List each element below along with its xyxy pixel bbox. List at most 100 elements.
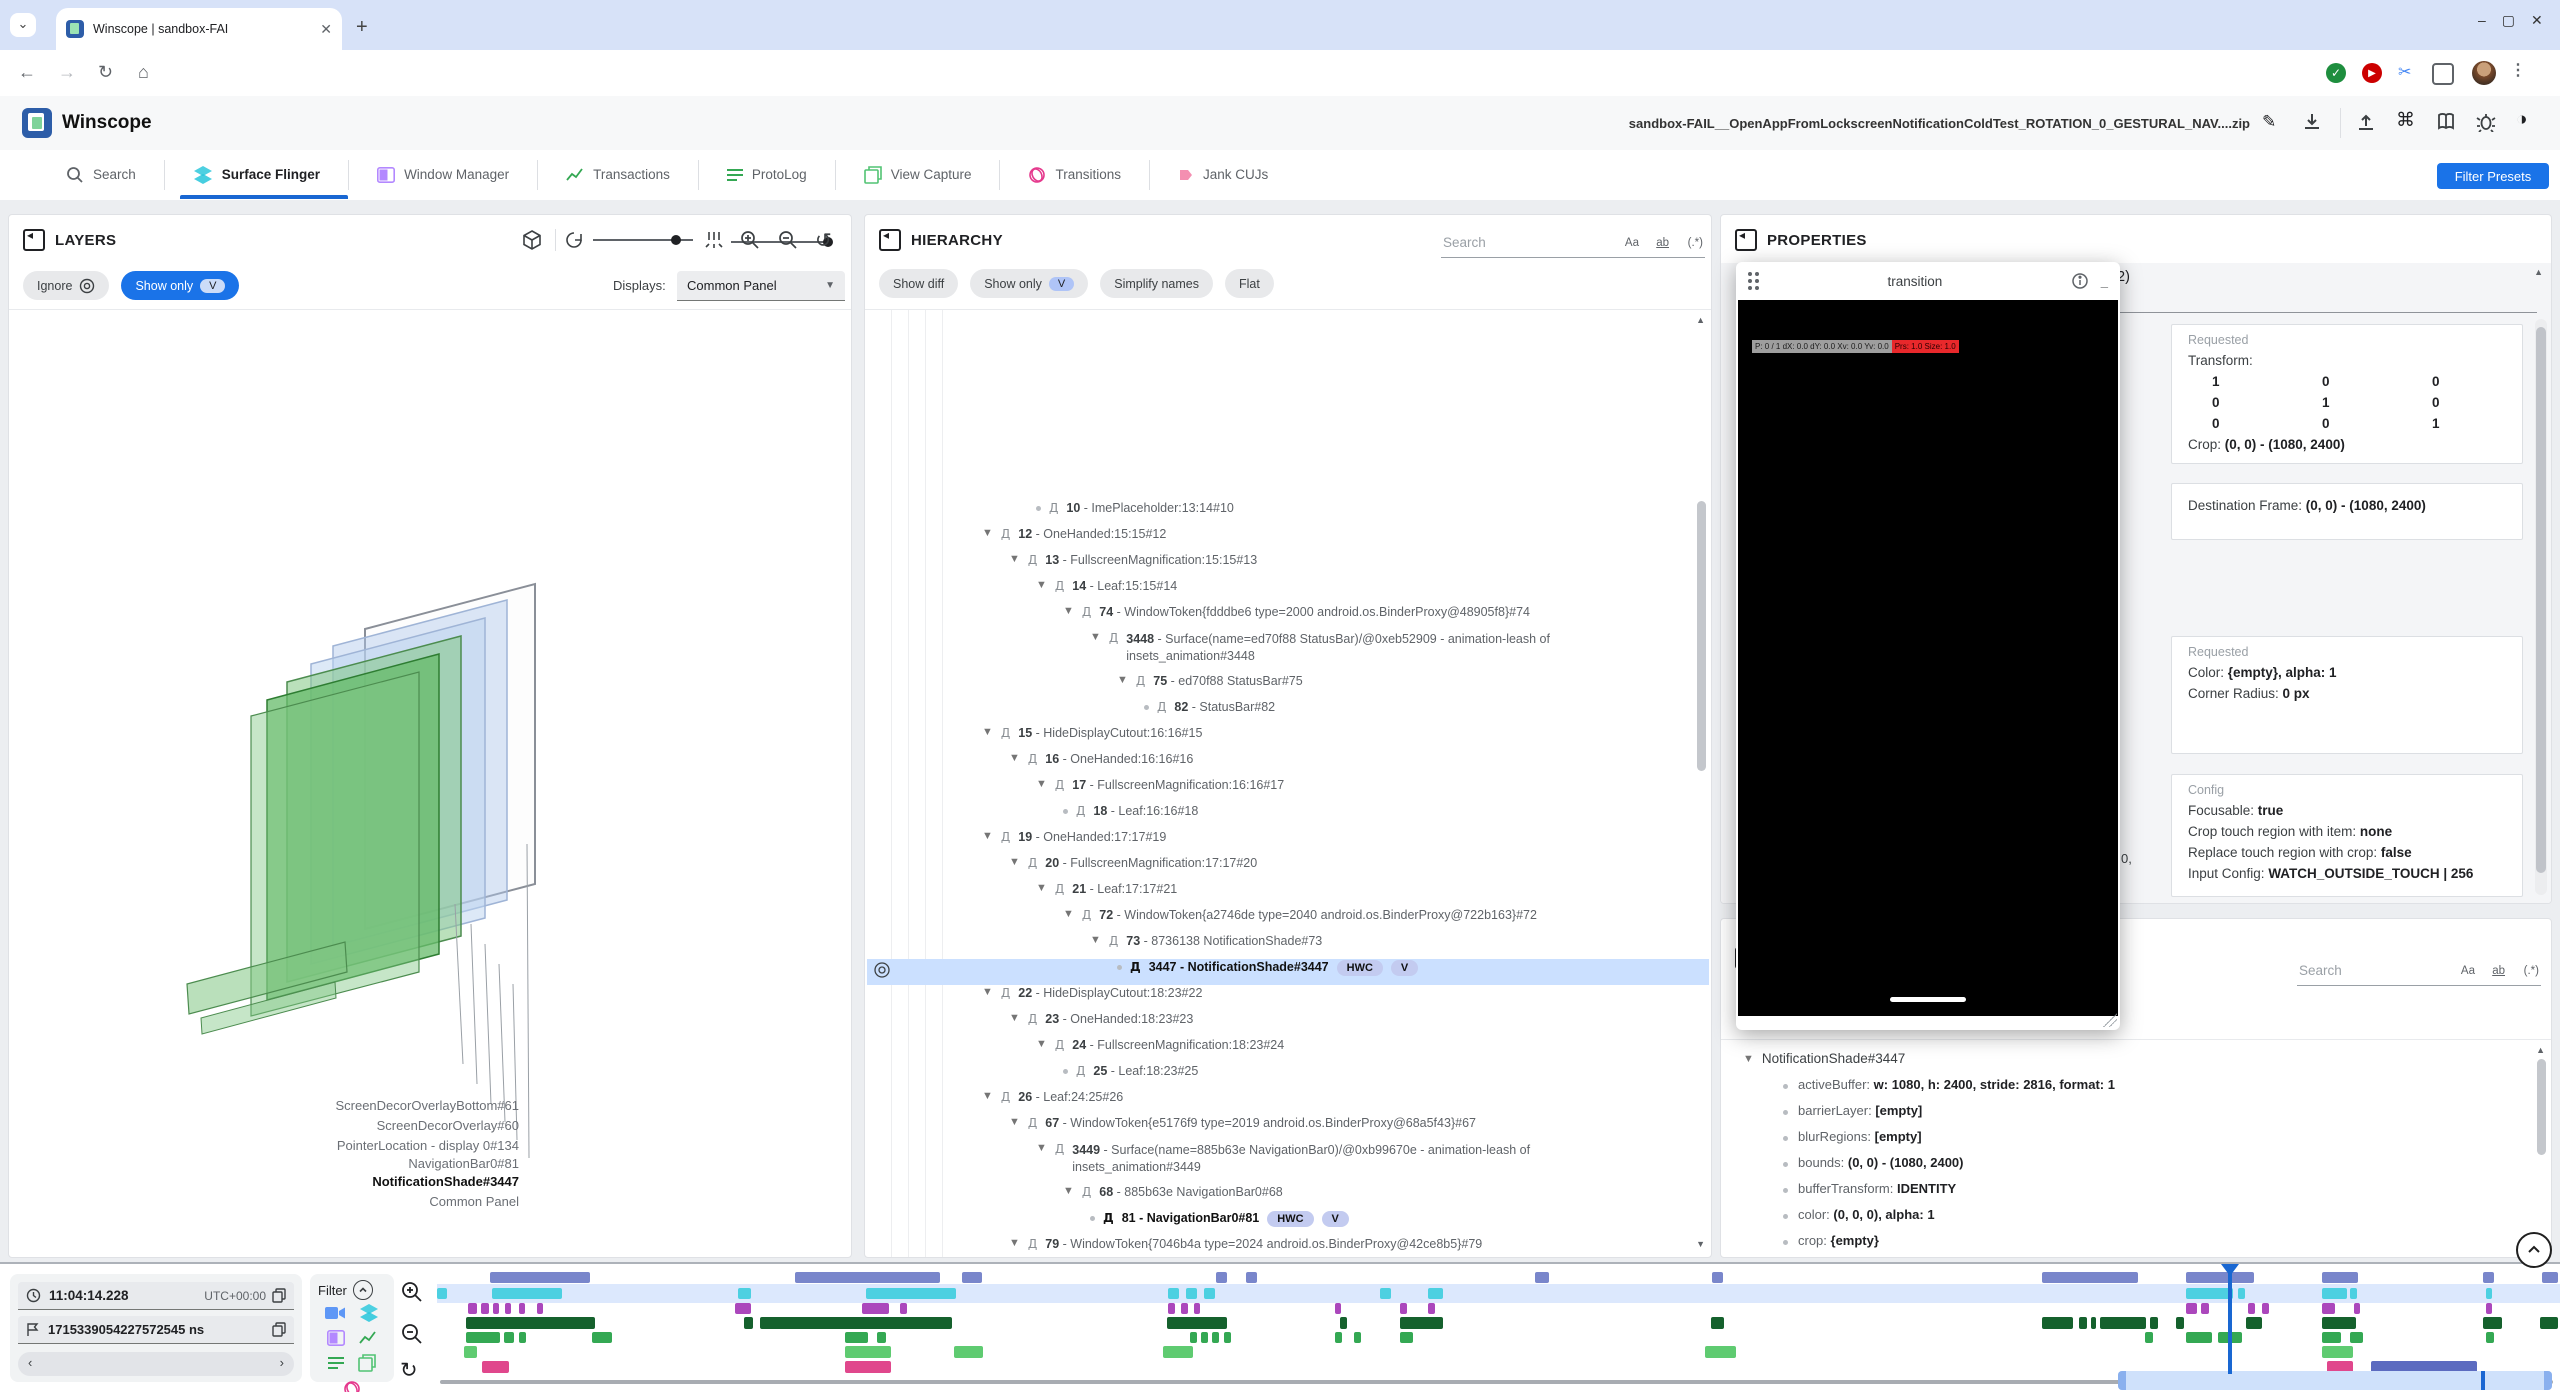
trace-segment-view-capture[interactable]	[954, 1346, 983, 1358]
trace-segment-surface-flinger[interactable]	[2350, 1288, 2357, 1299]
trace-segment-window-manager[interactable]	[1428, 1303, 1435, 1314]
property-crop[interactable]: crop: {empty}	[1783, 1233, 1879, 1248]
tab-search[interactable]: Search	[40, 166, 162, 184]
trace-segment-transactions[interactable]	[760, 1317, 952, 1329]
spiral-trace-icon[interactable]	[343, 1380, 361, 1392]
match-word-icon[interactable]: ab	[2492, 965, 2505, 977]
window-trace-icon[interactable]	[327, 1330, 345, 1346]
trace-segment-protolog[interactable]	[1201, 1332, 1208, 1343]
trace-segment-screen-recording[interactable]	[2042, 1272, 2138, 1283]
resize-handle[interactable]	[2103, 1013, 2117, 1027]
trace-segment-surface-flinger[interactable]	[738, 1288, 751, 1299]
tree-node-3448[interactable]: ▼Д3448 - Surface(name=ed70f88 StatusBar)…	[1090, 631, 1655, 665]
tree-node-18[interactable]: Д18 - Leaf:16:16#18	[1063, 804, 1198, 818]
trace-segment-window-manager[interactable]	[2248, 1303, 2255, 1314]
trace-segment-window-manager[interactable]	[1335, 1303, 1341, 1314]
trace-segment-protolog[interactable]	[2322, 1332, 2341, 1343]
trace-segment-window-manager[interactable]	[2354, 1303, 2360, 1314]
trace-segment-screen-recording[interactable]	[962, 1272, 982, 1283]
trace-segment-screen-recording[interactable]	[1246, 1272, 1257, 1283]
frames-trace-icon[interactable]	[358, 1354, 376, 1372]
trace-segment-window-manager[interactable]	[735, 1303, 751, 1314]
tab-transitions[interactable]: Transitions	[1002, 166, 1147, 184]
layer-label[interactable]: NavigationBar0#81	[129, 1156, 519, 1171]
trace-segment-protolog[interactable]	[1400, 1332, 1413, 1343]
tab-jank-cujs[interactable]: Jank CUJs	[1152, 167, 1294, 183]
trace-segment-transactions[interactable]	[2150, 1317, 2158, 1329]
property-blurRegions[interactable]: blurRegions: [empty]	[1783, 1129, 1922, 1144]
property-barrierLayer[interactable]: barrierLayer: [empty]	[1783, 1103, 1922, 1118]
properties-search-input[interactable]: Search Aa ab (.*)	[2297, 957, 2541, 986]
3d-view-cube-icon[interactable]	[521, 229, 543, 251]
pin-icon[interactable]: Д	[1001, 986, 1010, 1000]
tree-node-81[interactable]: Д81 - NavigationBar0#81HWCV	[1090, 1211, 1349, 1225]
trace-segment-window-manager[interactable]	[2262, 1303, 2269, 1314]
pin-icon[interactable]: Д	[1028, 752, 1037, 766]
trace-segment-screen-recording[interactable]	[2322, 1272, 2358, 1283]
tree-node-13[interactable]: ▼Д13 - FullscreenMagnification:15:15#13	[1009, 553, 1257, 567]
regex-icon[interactable]: (.*)	[1688, 237, 1703, 249]
filter-presets-button[interactable]: Filter Presets	[2437, 163, 2549, 189]
trace-segment-window-manager[interactable]	[2201, 1303, 2209, 1314]
trace-segment-window-manager[interactable]	[2186, 1303, 2197, 1314]
trace-segment-protolog[interactable]	[1224, 1332, 1231, 1343]
tab-transactions[interactable]: Transactions	[540, 167, 696, 183]
transition-viewer-window[interactable]: transition _ P: 0 / 1 dX: 0.0 dY: 0.0 Xv…	[1736, 262, 2120, 1030]
trace-segment-transitions-jank[interactable]	[482, 1361, 509, 1373]
tree-node-15[interactable]: ▼Д15 - HideDisplayCutout:16:16#15	[982, 726, 1202, 740]
minimap-handle-right[interactable]	[2544, 1371, 2552, 1390]
trace-segment-protolog[interactable]	[1212, 1332, 1219, 1343]
visibility-eye-icon[interactable]	[873, 961, 891, 979]
property-activeBuffer[interactable]: activeBuffer: w: 1080, h: 2400, stride: …	[1783, 1077, 2115, 1092]
extension-red-icon[interactable]: ▶	[2362, 63, 2382, 83]
pin-icon[interactable]: Д	[1076, 1064, 1085, 1078]
tree-node-23[interactable]: ▼Д23 - OneHanded:18:23#23	[1009, 1012, 1193, 1026]
scroll-down-icon[interactable]: ▼	[1696, 1239, 1705, 1249]
human-time-input[interactable]: 11:04:14.228 UTC+00:00	[18, 1282, 294, 1310]
new-tab-button[interactable]: +	[356, 16, 368, 39]
timeline-cursor[interactable]	[2228, 1266, 2232, 1374]
timeline-zoom-in-icon[interactable]	[400, 1280, 424, 1304]
trace-segment-transactions[interactable]	[2540, 1317, 2558, 1329]
pin-icon[interactable]: Д	[1055, 1038, 1064, 1052]
trace-segment-transactions[interactable]	[1400, 1317, 1443, 1329]
pin-icon[interactable]: Д	[1130, 960, 1141, 974]
trace-segment-surface-flinger[interactable]	[2322, 1288, 2347, 1299]
pin-icon[interactable]: Д	[1109, 631, 1118, 645]
download-icon[interactable]	[2302, 112, 2322, 132]
profile-avatar[interactable]	[2472, 61, 2496, 85]
trace-segment-screen-recording[interactable]	[490, 1272, 590, 1283]
browser-menu-icon[interactable]: ⋮	[2510, 60, 2526, 80]
pin-icon[interactable]: Д	[1028, 1012, 1037, 1026]
videocam-trace-icon[interactable]	[325, 1304, 345, 1322]
collapse-layers-icon[interactable]	[23, 229, 45, 251]
trace-segment-window-manager[interactable]	[2322, 1303, 2335, 1314]
tree-node-20[interactable]: ▼Д20 - FullscreenMagnification:17:17#20	[1009, 856, 1257, 870]
trace-segment-transactions[interactable]	[2246, 1317, 2262, 1329]
pin-icon[interactable]: Д	[1049, 501, 1058, 515]
layer-label[interactable]: NotificationShade#3447	[129, 1174, 519, 1189]
trace-segment-protolog[interactable]	[877, 1332, 886, 1343]
pin-icon[interactable]: Д	[1028, 856, 1037, 870]
copy-icon[interactable]	[272, 1288, 286, 1303]
pin-icon[interactable]: Д	[1055, 778, 1064, 792]
trace-segment-view-capture[interactable]	[1705, 1346, 1736, 1358]
layers-3d-canvas[interactable]: ScreenDecorOverlayBottom#61ScreenDecorOv…	[9, 310, 851, 1257]
back-icon[interactable]: ←	[18, 62, 36, 83]
scroll-up-icon[interactable]: ▲	[1696, 315, 1705, 325]
trace-segment-window-manager[interactable]	[468, 1303, 477, 1314]
layers-trace-icon[interactable]	[359, 1304, 379, 1322]
match-word-icon[interactable]: ab	[1656, 237, 1669, 249]
properties-scrollbar[interactable]	[2536, 327, 2546, 873]
collapse-properties-icon[interactable]	[1735, 229, 1757, 251]
scissors-extension-icon[interactable]: ✂	[2398, 62, 2411, 82]
trace-segment-transactions[interactable]	[2100, 1317, 2146, 1329]
trace-segment-window-manager[interactable]	[2486, 1303, 2492, 1314]
zoom-in-icon[interactable]	[739, 229, 761, 251]
tree-node-72[interactable]: ▼Д72 - WindowToken{a2746de type=2040 and…	[1063, 908, 1537, 922]
prev-frame-icon[interactable]: ‹	[28, 1355, 32, 1370]
trace-segment-surface-flinger[interactable]	[866, 1288, 956, 1299]
trace-segment-screen-recording[interactable]	[2483, 1272, 2494, 1283]
zoom-out-icon[interactable]	[777, 229, 799, 251]
layer-label[interactable]: ScreenDecorOverlay#60	[129, 1118, 519, 1133]
